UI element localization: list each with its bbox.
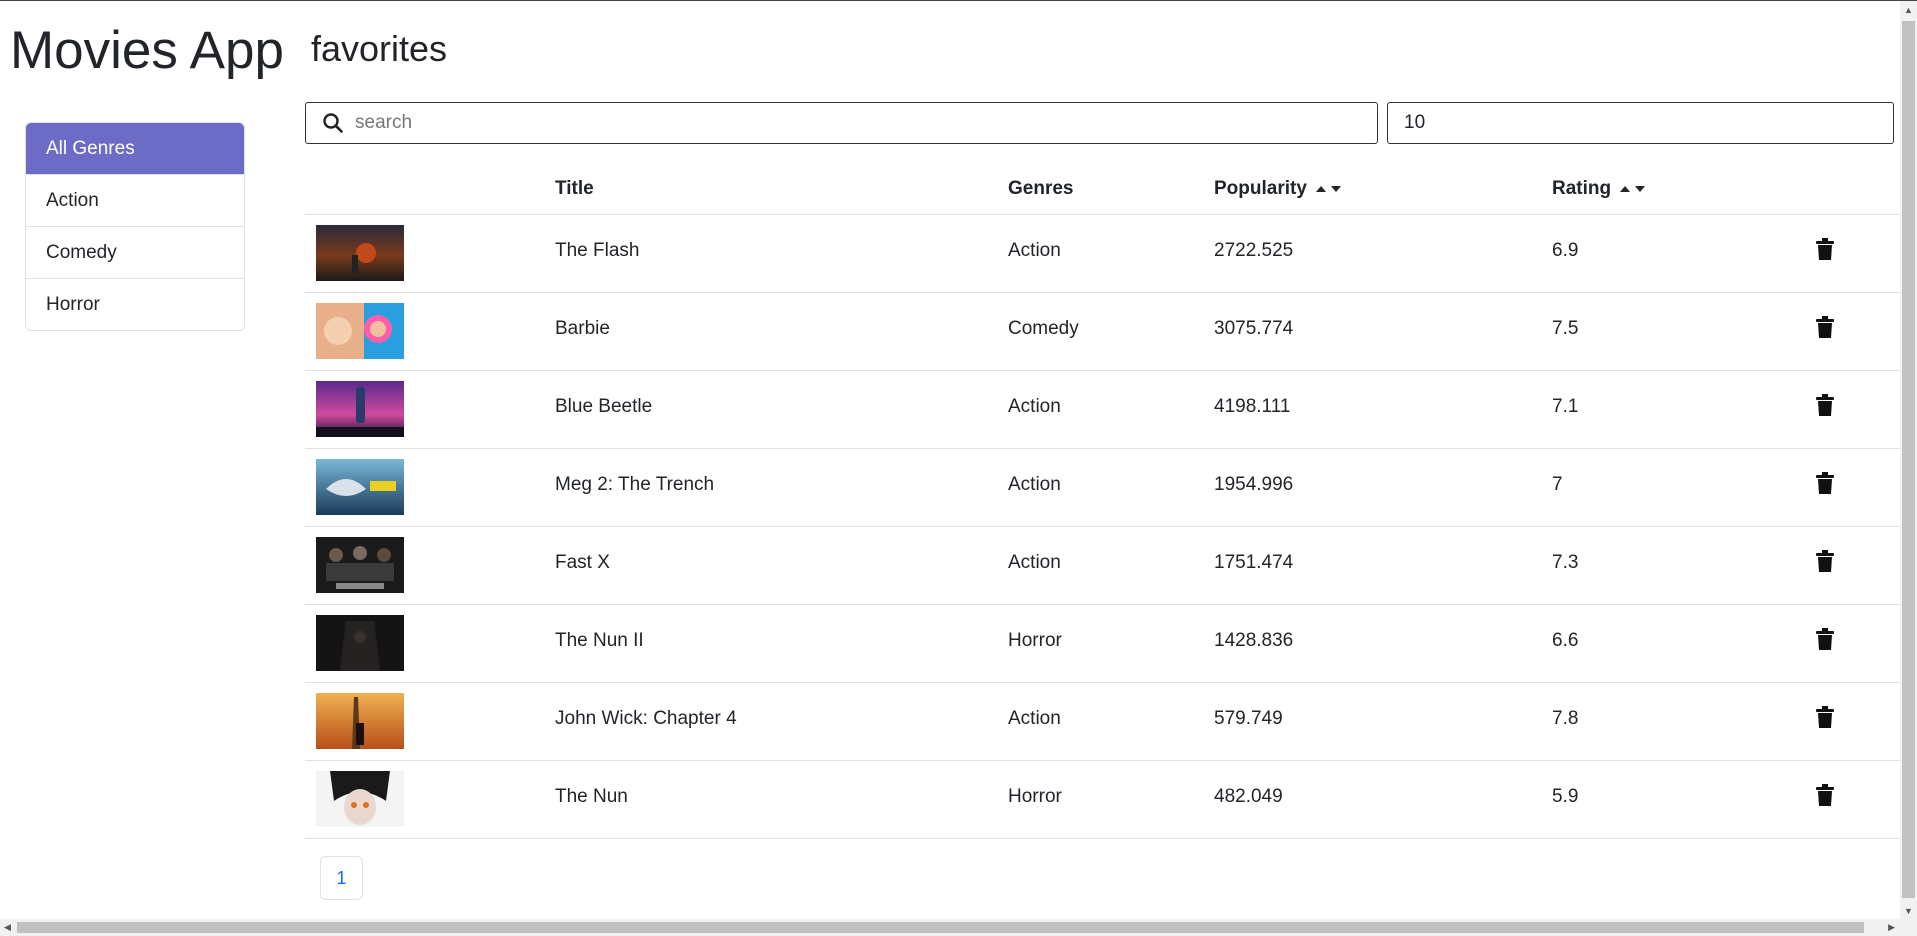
vertical-scrollbar[interactable]: ▲ ▼ bbox=[1900, 1, 1917, 920]
table-row: Barbie Comedy 3075.774 7.5 bbox=[305, 293, 1900, 371]
movie-genre: Action bbox=[1008, 240, 1061, 261]
movie-popularity: 1954.996 bbox=[1214, 474, 1294, 495]
search-box bbox=[305, 102, 1378, 144]
header-title: Title bbox=[555, 178, 594, 199]
movie-popularity: 1751.474 bbox=[1214, 552, 1294, 573]
movie-title: The Flash bbox=[555, 240, 640, 261]
trash-icon[interactable] bbox=[1816, 238, 1834, 260]
page-size-input[interactable]: 10 bbox=[1387, 102, 1894, 144]
movie-popularity: 4198.111 bbox=[1214, 396, 1291, 417]
table-row: John Wick: Chapter 4 Action 579.749 7.8 bbox=[305, 683, 1900, 761]
movie-popularity: 2722.525 bbox=[1214, 240, 1294, 261]
movie-poster-image bbox=[316, 537, 404, 593]
table-row: The Nun Horror 482.049 5.9 bbox=[305, 761, 1900, 839]
movie-rating: 7 bbox=[1552, 474, 1563, 495]
movie-poster-image bbox=[316, 693, 404, 749]
scroll-left-arrow-icon[interactable]: ◀ bbox=[4, 922, 11, 932]
movie-title: Fast X bbox=[555, 552, 610, 573]
movie-rating: 7.8 bbox=[1552, 708, 1579, 729]
movie-title: Barbie bbox=[555, 318, 610, 339]
header-genres: Genres bbox=[1008, 178, 1074, 199]
table-row: Meg 2: The Trench Action 1954.996 7 bbox=[305, 449, 1900, 527]
scroll-down-arrow-icon[interactable]: ▼ bbox=[1904, 906, 1913, 916]
movie-poster-image bbox=[316, 381, 404, 437]
movie-genre: Horror bbox=[1008, 786, 1062, 807]
search-input[interactable] bbox=[353, 111, 1377, 135]
movie-genre: Action bbox=[1008, 396, 1061, 417]
table-row: The Flash Action 2722.525 6.9 bbox=[305, 215, 1900, 293]
sort-up-icon[interactable] bbox=[1619, 184, 1631, 194]
scroll-up-arrow-icon[interactable]: ▲ bbox=[1904, 5, 1913, 15]
genre-item-action[interactable]: Action bbox=[26, 174, 244, 226]
movie-poster-image bbox=[316, 459, 404, 515]
movie-popularity: 3075.774 bbox=[1214, 318, 1294, 339]
trash-icon[interactable] bbox=[1816, 472, 1834, 494]
movie-title: The Nun bbox=[555, 786, 628, 807]
search-icon bbox=[321, 111, 345, 135]
genre-item-comedy[interactable]: Comedy bbox=[26, 226, 244, 278]
movie-rating: 7.5 bbox=[1552, 318, 1579, 339]
movie-genre: Horror bbox=[1008, 630, 1062, 651]
page-title: favorites bbox=[311, 28, 448, 69]
horizontal-scrollbar[interactable]: ◀ ▶ bbox=[0, 919, 1917, 936]
genre-list: All Genres Action Comedy Horror bbox=[25, 122, 245, 331]
movie-rating: 5.9 bbox=[1552, 786, 1579, 807]
movie-poster-image bbox=[316, 615, 404, 671]
movie-genre: Action bbox=[1008, 552, 1061, 573]
movie-genre: Action bbox=[1008, 474, 1061, 495]
table-header: Title Genres Popularity Rating bbox=[305, 168, 1900, 215]
movie-genre: Comedy bbox=[1008, 318, 1079, 339]
sort-rating bbox=[1619, 184, 1646, 194]
scroll-right-arrow-icon[interactable]: ▶ bbox=[1888, 922, 1895, 932]
trash-icon[interactable] bbox=[1816, 784, 1834, 806]
app-title: Movies App bbox=[10, 21, 284, 80]
page-size-value: 10 bbox=[1404, 112, 1426, 133]
header-popularity: Popularity bbox=[1214, 178, 1342, 200]
movie-rating: 7.3 bbox=[1552, 552, 1579, 573]
sort-popularity bbox=[1315, 184, 1342, 194]
movies-table: Title Genres Popularity Rating The Flash… bbox=[305, 168, 1900, 839]
movie-genre: Action bbox=[1008, 708, 1061, 729]
trash-icon[interactable] bbox=[1816, 316, 1834, 338]
movie-title: John Wick: Chapter 4 bbox=[555, 708, 737, 729]
vertical-scroll-thumb[interactable] bbox=[1902, 21, 1915, 898]
sort-down-icon[interactable] bbox=[1634, 184, 1646, 194]
sort-down-icon[interactable] bbox=[1330, 184, 1342, 194]
genre-item-all[interactable]: All Genres bbox=[26, 123, 244, 174]
table-row: Fast X Action 1751.474 7.3 bbox=[305, 527, 1900, 605]
movie-title: Meg 2: The Trench bbox=[555, 474, 715, 495]
horizontal-scroll-thumb[interactable] bbox=[17, 922, 1864, 933]
movie-poster-image bbox=[316, 771, 404, 827]
sort-up-icon[interactable] bbox=[1315, 184, 1327, 194]
movie-rating: 6.6 bbox=[1552, 630, 1579, 651]
movie-poster-image bbox=[316, 225, 404, 281]
trash-icon[interactable] bbox=[1816, 550, 1834, 572]
table-row: The Nun II Horror 1428.836 6.6 bbox=[305, 605, 1900, 683]
movie-popularity: 1428.836 bbox=[1214, 630, 1294, 651]
table-row: Blue Beetle Action 4198.111 7.1 bbox=[305, 371, 1900, 449]
movie-popularity: 482.049 bbox=[1214, 786, 1283, 807]
movie-title: Blue Beetle bbox=[555, 396, 653, 417]
genre-item-horror[interactable]: Horror bbox=[26, 278, 244, 330]
trash-icon[interactable] bbox=[1816, 706, 1834, 728]
movie-popularity: 579.749 bbox=[1214, 708, 1283, 729]
movie-rating: 7.1 bbox=[1552, 396, 1579, 417]
trash-icon[interactable] bbox=[1816, 628, 1834, 650]
trash-icon[interactable] bbox=[1816, 394, 1834, 416]
movie-title: The Nun II bbox=[555, 630, 644, 651]
movie-rating: 6.9 bbox=[1552, 240, 1579, 261]
movie-poster-image bbox=[316, 303, 404, 359]
pagination-page-1[interactable]: 1 bbox=[320, 856, 363, 900]
header-rating: Rating bbox=[1552, 178, 1646, 200]
